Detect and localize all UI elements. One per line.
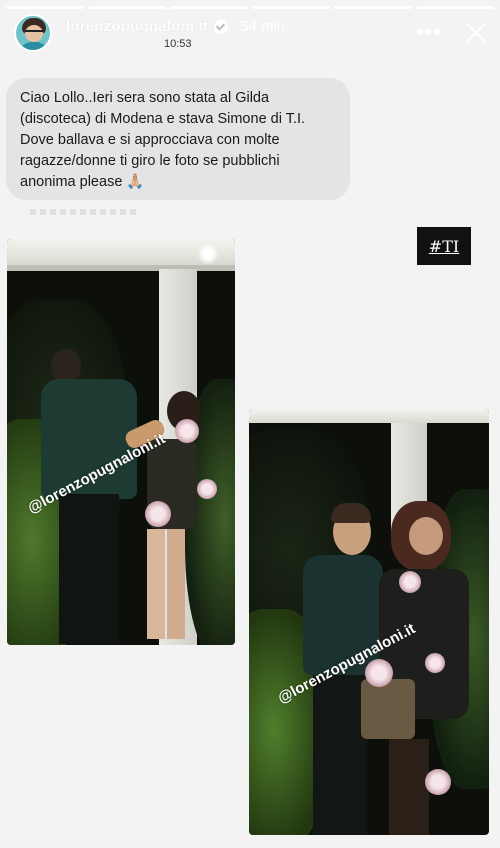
story-photo-1: @lorenzopugnaloni.it [7, 239, 235, 645]
progress-segment [6, 6, 84, 9]
instagram-story: lorenzopugnaloni.it 54 min 10:53 ••• Cia… [0, 0, 500, 848]
username-link[interactable]: lorenzopugnaloni.it [66, 18, 208, 35]
hashtag-sticker[interactable]: #TI [417, 227, 471, 265]
story-progress-bar [6, 6, 494, 9]
more-horizontal-icon[interactable]: ••• [416, 21, 442, 43]
header-actions: ••• [416, 20, 488, 44]
close-icon[interactable] [464, 20, 488, 44]
message-meta-faded [30, 209, 140, 215]
progress-segment [170, 6, 248, 9]
story-photo-2: @lorenzopugnaloni.it [249, 409, 489, 835]
verified-badge-icon [214, 19, 229, 34]
status-clock: 10:53 [164, 38, 192, 50]
message-text: Ciao Lollo..Ieri sera sono stata al Gild… [20, 90, 306, 190]
time-ago: 54 min [240, 18, 286, 35]
progress-segment [334, 6, 412, 9]
message-bubble: Ciao Lollo..Ieri sera sono stata al Gild… [6, 78, 350, 200]
avatar[interactable] [14, 14, 52, 52]
user-info: lorenzopugnaloni.it 54 min 10:53 [66, 18, 285, 50]
story-header: lorenzopugnaloni.it 54 min 10:53 ••• [14, 14, 488, 60]
progress-segment [416, 6, 494, 9]
progress-segment [88, 6, 166, 9]
progress-segment [252, 6, 330, 9]
